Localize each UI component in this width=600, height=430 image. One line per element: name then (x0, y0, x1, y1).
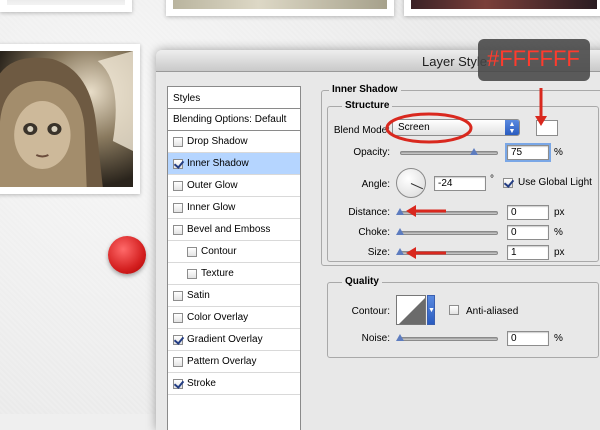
girl-portrait-photo (0, 44, 140, 194)
style-item-checkbox[interactable] (187, 246, 197, 257)
styles-list-panel: Styles Blending Options: Default Drop Sh… (167, 86, 301, 430)
style-item-label: Color Overlay (187, 312, 249, 323)
angle-unit: ° (490, 174, 494, 185)
style-item-checkbox[interactable] (173, 356, 183, 367)
blending-options-item[interactable]: Blending Options: Default (168, 109, 300, 131)
style-item-checkbox[interactable] (173, 136, 183, 147)
photo-thumbnail (166, 0, 394, 16)
contour-dropdown-icon[interactable]: ▼ (427, 295, 435, 325)
style-item-label: Inner Glow (187, 202, 236, 213)
style-item-label: Bevel and Emboss (187, 224, 271, 235)
opacity-unit: % (554, 147, 563, 158)
style-item-checkbox[interactable] (173, 312, 183, 323)
style-item-label: Gradient Overlay (187, 334, 263, 345)
style-item-checkbox[interactable] (173, 290, 183, 301)
contour-label: Contour: (351, 306, 390, 317)
style-item-checkbox[interactable] (187, 268, 197, 279)
select-arrows-icon: ▲ ▼ (505, 120, 519, 135)
inner-shadow-section-title: Inner Shadow (329, 84, 401, 95)
size-slider[interactable] (400, 251, 498, 255)
distance-unit: px (554, 207, 565, 218)
style-item-label: Texture (201, 268, 234, 279)
size-label: Size: (367, 247, 390, 258)
choke-unit: % (554, 227, 563, 238)
style-item-bevel-and-emboss[interactable]: Bevel and Emboss (168, 219, 300, 241)
style-item-inner-shadow[interactable]: Inner Shadow (168, 153, 300, 175)
distance-slider[interactable] (400, 211, 498, 215)
noise-input[interactable]: 0 (507, 331, 549, 346)
style-item-pattern-overlay[interactable]: Pattern Overlay (168, 351, 300, 373)
opacity-label: Opacity: (353, 147, 390, 158)
style-item-checkbox[interactable] (173, 224, 183, 235)
style-item-checkbox[interactable] (173, 334, 183, 345)
photo-thumbnail (404, 0, 600, 16)
style-item-satin[interactable]: Satin (168, 285, 300, 307)
angle-needle (410, 183, 424, 190)
photo-thumbnail (0, 0, 132, 12)
use-global-light-checkbox[interactable] (503, 178, 513, 188)
style-item-stroke[interactable]: Stroke (168, 373, 300, 395)
angle-input[interactable]: -24 (434, 176, 486, 191)
style-item-label: Inner Shadow (187, 158, 249, 169)
size-unit: px (554, 247, 565, 258)
style-item-label: Contour (201, 246, 237, 257)
choke-slider-thumb[interactable] (396, 228, 405, 235)
anti-aliased-checkbox[interactable] (449, 305, 459, 315)
quality-group (327, 282, 599, 358)
choke-label: Choke: (358, 227, 390, 238)
color-callout-text: #FFFFFF (487, 46, 580, 71)
noise-slider-thumb[interactable] (396, 334, 405, 341)
anti-aliased-label: Anti-aliased (466, 306, 519, 317)
angle-dial[interactable] (396, 168, 426, 198)
shadow-color-swatch[interactable] (536, 120, 558, 136)
style-item-contour[interactable]: Contour (168, 241, 300, 263)
style-item-label: Outer Glow (187, 180, 238, 191)
structure-section-title: Structure (342, 100, 393, 111)
style-item-outer-glow[interactable]: Outer Glow (168, 175, 300, 197)
choke-slider[interactable] (400, 231, 498, 235)
noise-label: Noise: (361, 333, 390, 344)
style-item-checkbox[interactable] (173, 202, 183, 213)
choke-input[interactable]: 0 (507, 225, 549, 240)
size-slider-thumb[interactable] (396, 248, 405, 255)
style-item-gradient-overlay[interactable]: Gradient Overlay (168, 329, 300, 351)
noise-unit: % (554, 333, 563, 344)
size-input[interactable]: 1 (507, 245, 549, 260)
blend-mode-select[interactable]: Screen ▲ ▼ (392, 119, 520, 136)
style-item-label: Drop Shadow (187, 136, 248, 147)
distance-label: Distance: (348, 207, 390, 218)
opacity-slider[interactable] (400, 151, 498, 155)
color-callout: #FFFFFF (478, 39, 590, 81)
red-circle-marker (108, 236, 146, 274)
style-item-label: Stroke (187, 378, 216, 389)
quality-section-title: Quality (342, 276, 382, 287)
noise-slider[interactable] (400, 337, 498, 341)
blending-options-label: Blending Options: Default (173, 114, 287, 125)
style-item-color-overlay[interactable]: Color Overlay (168, 307, 300, 329)
style-item-label: Satin (187, 290, 210, 301)
contour-curve-icon (399, 298, 425, 324)
style-item-texture[interactable]: Texture (168, 263, 300, 285)
blend-mode-label: Blend Mode: (333, 125, 390, 136)
style-item-checkbox[interactable] (173, 180, 183, 191)
angle-label: Angle: (361, 179, 390, 190)
style-item-drop-shadow[interactable]: Drop Shadow (168, 131, 300, 153)
distance-slider-thumb[interactable] (396, 208, 405, 215)
opacity-slider-thumb[interactable] (469, 148, 479, 155)
use-global-light-label: Use Global Light (518, 177, 592, 188)
layer-style-dialog: Layer Style Styles Blending Options: Def… (156, 50, 600, 430)
style-item-label: Pattern Overlay (187, 356, 257, 367)
opacity-input[interactable]: 75 (505, 143, 551, 162)
blend-mode-value: Screen (398, 122, 430, 133)
contour-preview[interactable] (396, 295, 426, 325)
style-item-checkbox[interactable] (173, 378, 183, 389)
style-item-checkbox[interactable] (173, 158, 183, 169)
styles-header[interactable]: Styles (168, 87, 300, 109)
distance-input[interactable]: 0 (507, 205, 549, 220)
style-item-inner-glow[interactable]: Inner Glow (168, 197, 300, 219)
